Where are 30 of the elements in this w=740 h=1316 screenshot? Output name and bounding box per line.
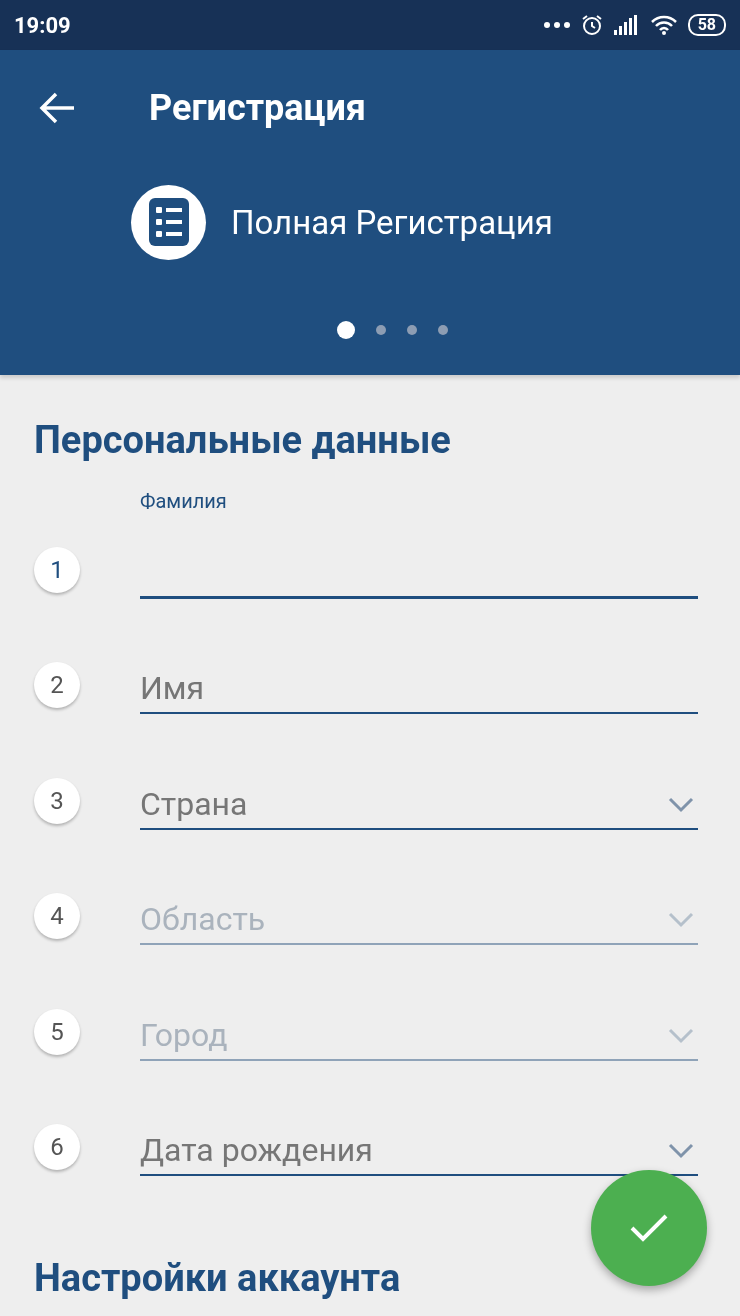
chevron-down-icon <box>668 1143 694 1159</box>
chevron-down-icon <box>668 796 694 813</box>
confirm-button[interactable] <box>591 1170 707 1286</box>
step-number: 3 <box>34 777 80 824</box>
step-number: 5 <box>34 1008 80 1055</box>
step-number: 4 <box>34 893 80 939</box>
section-title: Персональные данные <box>34 417 452 463</box>
page-indicator-dot[interactable] <box>437 325 448 335</box>
chevron-down-icon <box>668 1027 694 1044</box>
back-button[interactable] <box>38 91 76 125</box>
dropdown-field[interactable]: Страна <box>140 779 698 830</box>
signal-icon <box>613 15 640 35</box>
step-number: 6 <box>34 1124 80 1170</box>
battery-indicator: 58 <box>687 14 726 36</box>
wifi-icon <box>649 14 678 36</box>
chevron-down-icon <box>668 912 694 928</box>
check-icon <box>629 1213 669 1243</box>
input-field[interactable]: Имя <box>140 664 698 714</box>
section-title: Настройки аккаунта <box>34 1255 402 1301</box>
page-indicator-dot[interactable] <box>406 325 417 335</box>
dropdown-field[interactable]: Дата рождения <box>140 1126 698 1176</box>
screen-title: Регистрация <box>149 87 366 129</box>
page-indicator-dot[interactable] <box>375 325 386 335</box>
status-time: 19:09 <box>14 12 71 38</box>
registration-type: Полная Регистрация <box>231 202 553 242</box>
page-indicator-dot[interactable] <box>336 321 355 339</box>
step-number: 1 <box>34 546 80 593</box>
more-dots-icon <box>543 22 570 28</box>
field-label: Фамилия <box>140 488 227 513</box>
step-number: 2 <box>34 662 80 708</box>
